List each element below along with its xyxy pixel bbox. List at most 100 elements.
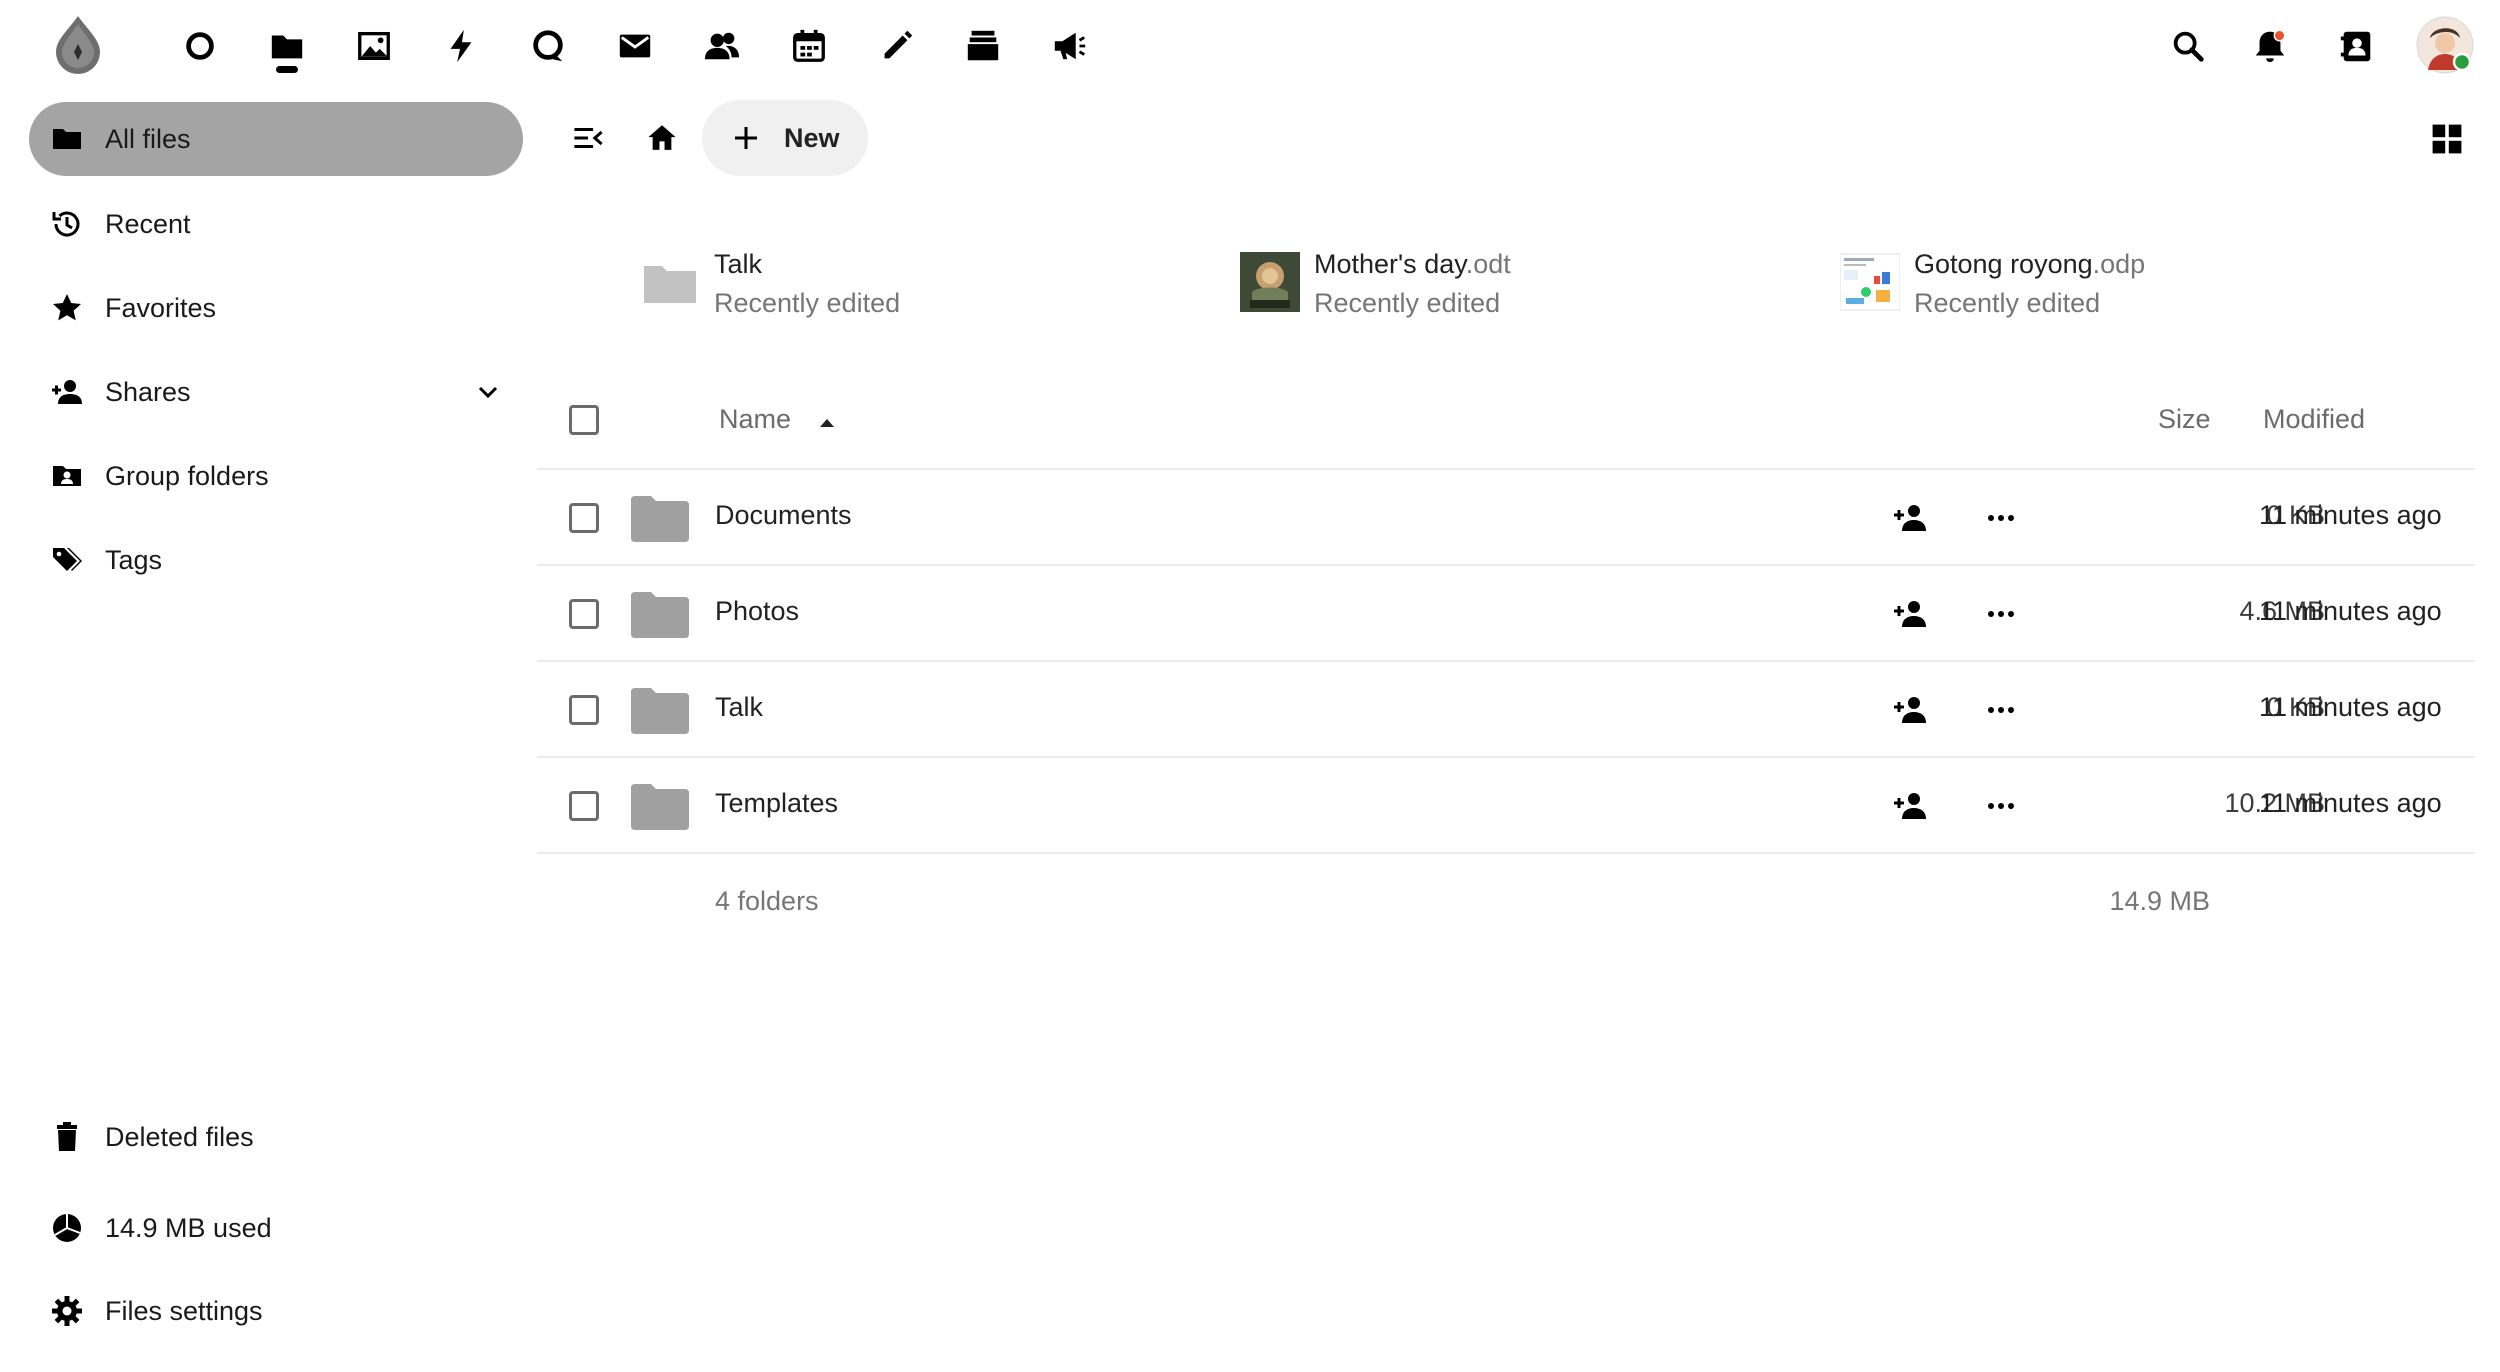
name-column-header[interactable]: Name <box>719 404 791 435</box>
sidebar-item-label: Tags <box>105 544 163 575</box>
mail-icon[interactable] <box>607 18 663 74</box>
avatar[interactable] <box>2416 16 2474 74</box>
folder-icon <box>631 688 689 734</box>
folder-thumbnail-icon <box>644 266 696 303</box>
table-footer-divider <box>537 852 2475 854</box>
file-modified: 11 minutes ago <box>2259 500 2442 530</box>
quota-label: 14.9 MB used <box>105 1212 272 1243</box>
folder-icon <box>631 496 689 542</box>
dashboard-icon[interactable] <box>172 18 228 74</box>
share-icon <box>49 374 85 410</box>
more-options-icon[interactable] <box>1983 500 2019 536</box>
sort-ascending-icon[interactable] <box>817 413 837 433</box>
contacts-menu-icon[interactable] <box>2329 18 2385 74</box>
sidebar-item-label: Recent <box>105 208 191 239</box>
history-icon <box>49 206 85 242</box>
recent-name: Gotong royong.odp <box>1914 249 2146 279</box>
share-icon[interactable] <box>1892 596 1928 632</box>
photos-icon[interactable] <box>346 18 402 74</box>
file-name[interactable]: Photos <box>715 596 799 627</box>
row-checkbox[interactable] <box>569 503 599 533</box>
file-name[interactable]: Templates <box>715 788 838 819</box>
table-row[interactable]: Documents 0 KB 11 minutes ago <box>537 468 2475 566</box>
sidebar-item-favorites[interactable]: Favorites <box>29 271 523 345</box>
sidebar-item-tags[interactable]: Tags <box>29 523 523 597</box>
chevron-down-icon[interactable] <box>473 377 503 407</box>
calendar-icon[interactable] <box>781 18 837 74</box>
sidebar-item-deleted-files[interactable]: Deleted files <box>29 1100 523 1174</box>
recent-item[interactable]: Talk Recently edited <box>640 244 900 334</box>
menu-collapse-icon <box>574 128 603 148</box>
recent-subtitle: Recently edited <box>1314 288 1501 318</box>
sidebar-item-shares[interactable]: Shares <box>29 355 523 429</box>
contacts-icon[interactable] <box>694 18 750 74</box>
table-row[interactable]: Talk 0 KB 11 minutes ago <box>537 660 2475 758</box>
sidebar-item-label: Favorites <box>105 292 217 323</box>
modified-column-header[interactable]: Modified <box>2263 404 2365 435</box>
folder-count: 4 folders <box>715 886 819 916</box>
plus-icon <box>735 127 757 149</box>
recent-name: Mother's day.odt <box>1314 249 1511 279</box>
sidebar-item-label: Deleted files <box>105 1121 254 1152</box>
sidebar-item-all-files[interactable]: All files <box>29 102 523 176</box>
file-modified: 11 minutes ago <box>2259 788 2442 818</box>
grid-icon <box>2432 124 2462 154</box>
tag-icon <box>49 542 85 578</box>
row-checkbox[interactable] <box>569 791 599 821</box>
grid-view-toggle[interactable] <box>2426 118 2468 160</box>
deck-icon[interactable] <box>955 18 1011 74</box>
home-icon <box>648 125 676 150</box>
share-icon[interactable] <box>1892 500 1928 536</box>
sidebar-item-group-folders[interactable]: Group folders <box>29 439 523 513</box>
select-all-checkbox[interactable] <box>569 405 599 435</box>
sidebar-item-label: Shares <box>105 376 191 407</box>
image-thumbnail <box>1240 252 1300 312</box>
notes-icon[interactable] <box>868 18 924 74</box>
home-breadcrumb[interactable] <box>642 118 682 158</box>
quota-usage[interactable]: 14.9 MB used <box>29 1191 523 1265</box>
share-icon[interactable] <box>1892 788 1928 824</box>
quota-pie-icon <box>49 1210 85 1246</box>
folder-icon <box>49 121 85 157</box>
recent-name: Talk <box>714 249 763 279</box>
sidebar-item-files-settings[interactable]: Files settings <box>29 1274 523 1348</box>
row-checkbox[interactable] <box>569 695 599 725</box>
table-row[interactable]: Photos 4.6 MB 11 minutes ago <box>537 564 2475 662</box>
table-row[interactable]: Templates 10.2 MB 11 minutes ago <box>537 756 2475 854</box>
new-button-label: New <box>784 122 840 153</box>
logo[interactable] <box>50 14 106 74</box>
more-options-icon[interactable] <box>1983 788 2019 824</box>
toggle-sidebar-button[interactable] <box>568 118 608 158</box>
folder-icon <box>631 784 689 830</box>
announcements-icon[interactable] <box>1042 18 1098 74</box>
file-name[interactable]: Documents <box>715 500 852 531</box>
recent-item[interactable]: Gotong royong.odp Recently edited <box>1840 244 2145 334</box>
total-size: 14.9 MB <box>2109 886 2210 916</box>
slides-thumbnail <box>1840 253 1900 311</box>
row-checkbox[interactable] <box>569 599 599 629</box>
star-icon <box>49 290 85 326</box>
more-options-icon[interactable] <box>1983 692 2019 728</box>
sidebar-item-recent[interactable]: Recent <box>29 187 523 261</box>
notifications-icon[interactable] <box>2242 18 2298 74</box>
group-folder-icon <box>49 458 85 494</box>
active-app-indicator <box>276 66 298 73</box>
sidebar-item-label: Group folders <box>105 460 269 491</box>
folder-icon <box>631 592 689 638</box>
activity-icon[interactable] <box>433 18 489 74</box>
file-modified: 11 minutes ago <box>2259 692 2442 722</box>
recent-subtitle: Recently edited <box>714 288 901 318</box>
sidebar-item-label: Files settings <box>105 1295 263 1326</box>
talk-icon[interactable] <box>520 18 576 74</box>
search-icon[interactable] <box>2160 18 2216 74</box>
sidebar-item-label: All files <box>105 123 191 154</box>
recent-item[interactable]: Mother's day.odt Recently edited <box>1240 244 1511 334</box>
file-name[interactable]: Talk <box>715 692 763 723</box>
size-column-header[interactable]: Size <box>2158 404 2211 435</box>
trash-icon <box>49 1119 85 1155</box>
recent-subtitle: Recently edited <box>1914 288 2101 318</box>
more-options-icon[interactable] <box>1983 596 2019 632</box>
file-modified: 11 minutes ago <box>2259 596 2442 626</box>
new-button[interactable]: New <box>702 100 868 176</box>
share-icon[interactable] <box>1892 692 1928 728</box>
